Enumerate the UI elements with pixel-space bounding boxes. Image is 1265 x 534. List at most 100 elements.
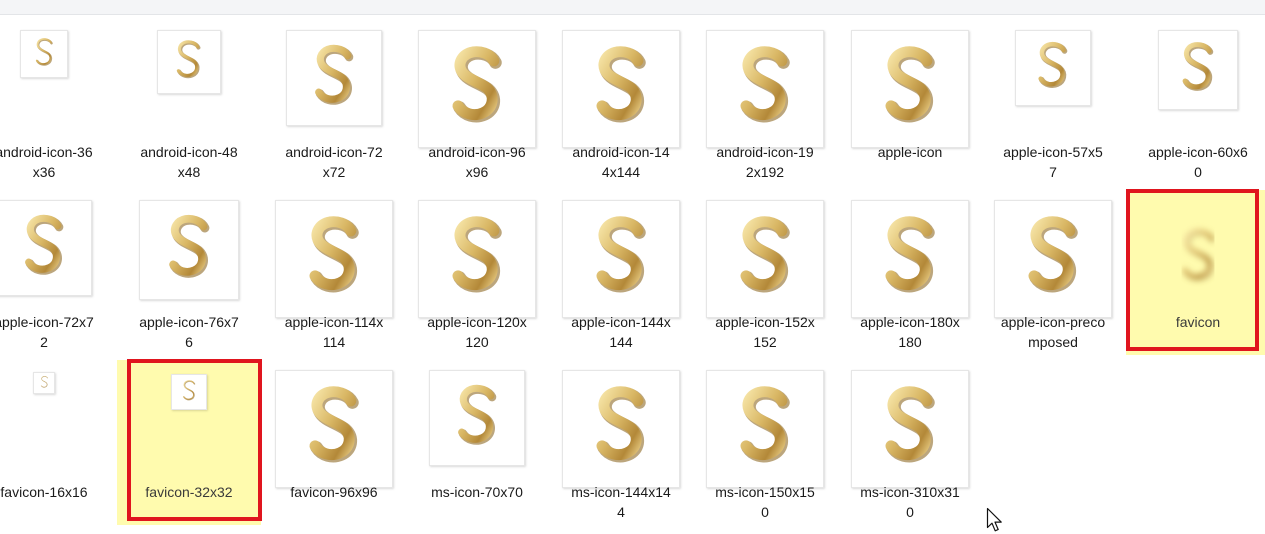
- file-item-ms-icon-150x150[interactable]: ms-icon-150x15 0: [693, 360, 837, 525]
- file-item-favicon-16x16[interactable]: favicon-16x16: [0, 360, 116, 525]
- dollar-sign-icon: [1181, 223, 1215, 286]
- file-name-label: apple-icon-180x 180: [860, 314, 960, 350]
- file-thumbnail: [20, 30, 68, 78]
- file-name-label: apple-icon-120x 120: [427, 314, 527, 350]
- file-name-label: android-icon-19 2x192: [716, 144, 814, 180]
- file-item-apple-icon-precomposed[interactable]: apple-icon-preco mposed: [981, 190, 1125, 355]
- file-thumbnail: [286, 30, 382, 126]
- file-name-label: favicon-32x32: [145, 484, 233, 500]
- file-item-apple-icon-76x76[interactable]: apple-icon-76x7 6: [117, 190, 261, 355]
- dollar-sign-icon: [740, 209, 790, 299]
- file-name-label: android-icon-36 x36: [0, 144, 93, 180]
- dollar-sign-icon: [177, 36, 201, 83]
- dollar-sign-icon: [169, 208, 210, 283]
- dollar-sign-icon: [35, 35, 53, 69]
- file-item-android-icon-192x192[interactable]: android-icon-19 2x192: [693, 20, 837, 185]
- file-name-label: apple-icon-60x6 0: [1148, 144, 1248, 180]
- file-thumbnail: [275, 200, 393, 318]
- dollar-sign-icon: [1182, 37, 1214, 96]
- file-item-ms-icon-310x310[interactable]: ms-icon-310x31 0: [838, 360, 982, 525]
- file-thumbnail: [139, 200, 239, 300]
- dollar-sign-icon: [885, 39, 935, 129]
- file-item-apple-icon-72x72[interactable]: apple-icon-72x7 2: [0, 190, 116, 355]
- dollar-sign-icon: [315, 38, 354, 110]
- dollar-sign-icon: [182, 378, 196, 403]
- file-name-label: apple-icon: [877, 144, 943, 160]
- file-name-label: apple-icon-preco mposed: [1000, 314, 1106, 350]
- file-thumbnail: [275, 370, 393, 488]
- file-thumbnail: [562, 370, 680, 488]
- file-thumbnail: [562, 30, 680, 148]
- file-item-apple-icon-180x180[interactable]: apple-icon-180x 180: [838, 190, 982, 355]
- file-item-favicon-32x32[interactable]: favicon-32x32: [117, 360, 261, 525]
- file-item-apple-icon-60x60[interactable]: apple-icon-60x6 0: [1126, 20, 1265, 185]
- dollar-sign-icon: [1028, 209, 1078, 299]
- file-name-label: apple-icon-57x5 7: [1003, 144, 1103, 180]
- dollar-sign-icon: [596, 39, 646, 129]
- file-thumbnail: [706, 370, 824, 488]
- file-item-ms-icon-70x70[interactable]: ms-icon-70x70: [405, 360, 549, 525]
- file-item-apple-icon-152x152[interactable]: apple-icon-152x 152: [693, 190, 837, 355]
- dollar-sign-icon: [596, 379, 646, 469]
- file-thumbnail: [1158, 30, 1238, 110]
- file-thumbnail: [851, 30, 969, 148]
- file-name-label: apple-icon-114x 114: [284, 314, 384, 350]
- file-thumbnail: [851, 370, 969, 488]
- file-item-apple-icon[interactable]: apple-icon: [838, 20, 982, 185]
- file-item-apple-icon-120x120[interactable]: apple-icon-120x 120: [405, 190, 549, 355]
- file-name-label: ms-icon-150x15 0: [715, 484, 815, 520]
- file-name-label: android-icon-48 x48: [140, 144, 238, 180]
- file-name-label: favicon-16x16: [0, 484, 88, 500]
- file-item-favicon[interactable]: favicon: [1126, 190, 1265, 355]
- dollar-sign-icon: [309, 209, 359, 299]
- mouse-cursor-icon: [986, 507, 1002, 532]
- dollar-sign-icon: [885, 209, 935, 299]
- file-thumbnail: [851, 200, 969, 318]
- file-item-apple-icon-57x57[interactable]: apple-icon-57x5 7: [981, 20, 1125, 185]
- file-thumbnail: [33, 372, 55, 394]
- file-name-label: android-icon-96 x96: [428, 144, 526, 180]
- file-name-label: apple-icon-144x 144: [571, 314, 671, 350]
- file-item-android-icon-72x72[interactable]: android-icon-72 x72: [262, 20, 406, 185]
- dollar-sign-icon: [452, 39, 502, 129]
- dollar-sign-icon: [458, 378, 497, 450]
- file-thumbnail: [994, 200, 1112, 318]
- file-name-label: apple-icon-72x7 2: [0, 314, 94, 350]
- file-thumbnail: [0, 200, 92, 296]
- dollar-sign-icon: [740, 39, 790, 129]
- file-thumbnail: [171, 374, 207, 410]
- file-name-label: ms-icon-144x14 4: [571, 484, 671, 520]
- file-name-label: ms-icon-310x31 0: [860, 484, 960, 520]
- file-icon-grid: android-icon-36 x36 android-icon-48 x48: [0, 0, 1265, 534]
- file-thumbnail: [1015, 30, 1091, 106]
- file-item-apple-icon-114x114[interactable]: apple-icon-114x 114: [262, 190, 406, 355]
- file-thumbnail: [418, 200, 536, 318]
- dollar-sign-icon: [309, 379, 359, 469]
- dollar-sign-icon: [25, 208, 64, 280]
- dollar-sign-icon: [1038, 37, 1068, 93]
- file-item-apple-icon-144x144[interactable]: apple-icon-144x 144: [549, 190, 693, 355]
- file-name-label: apple-icon-76x7 6: [139, 314, 239, 350]
- file-name-label: apple-icon-152x 152: [715, 314, 815, 350]
- file-name-label: android-icon-14 4x144: [572, 144, 670, 180]
- file-item-android-icon-48x48[interactable]: android-icon-48 x48: [117, 20, 261, 185]
- dollar-sign-icon: [40, 374, 48, 390]
- dollar-sign-icon: [740, 379, 790, 469]
- file-thumbnail: [706, 30, 824, 148]
- dollar-sign-icon: [452, 209, 502, 299]
- file-item-android-icon-96x96[interactable]: android-icon-96 x96: [405, 20, 549, 185]
- file-thumbnail: [562, 200, 680, 318]
- file-name-label: favicon-96x96: [290, 484, 378, 500]
- file-thumbnail: [1140, 200, 1256, 316]
- file-name-label: android-icon-72 x72: [285, 144, 383, 180]
- file-item-android-icon-144x144[interactable]: android-icon-14 4x144: [549, 20, 693, 185]
- file-name-label: favicon: [1175, 314, 1221, 330]
- file-thumbnail: [429, 370, 525, 466]
- file-item-android-icon-36x36[interactable]: android-icon-36 x36: [0, 20, 116, 185]
- file-thumbnail: [706, 200, 824, 318]
- file-thumbnail: [418, 30, 536, 148]
- dollar-sign-icon: [596, 209, 646, 299]
- file-item-ms-icon-144x144[interactable]: ms-icon-144x14 4: [549, 360, 693, 525]
- file-name-label: ms-icon-70x70: [431, 484, 523, 500]
- file-item-favicon-96x96[interactable]: favicon-96x96: [262, 360, 406, 525]
